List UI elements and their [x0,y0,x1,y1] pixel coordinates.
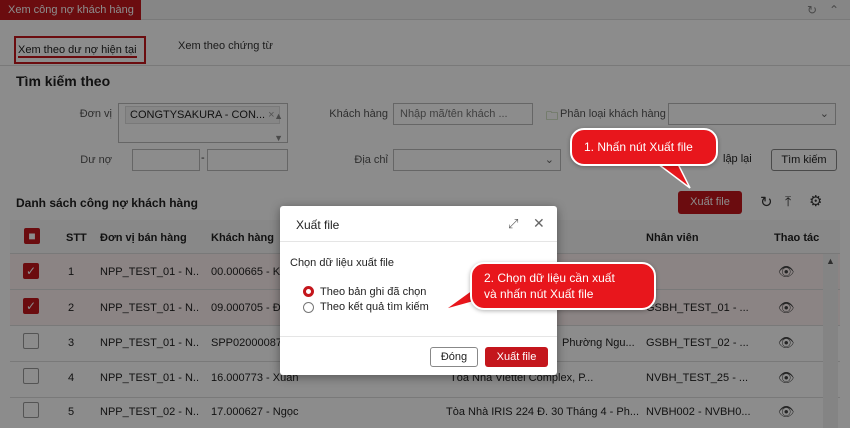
callout-step-2: 2. Chọn dữ liệu cần xuất và nhấn nút Xuấ… [470,262,656,310]
callout-arrows [443,163,691,311]
callout-step-1-text: 1. Nhấn nút Xuất file [584,140,693,154]
callout-step-2-line2: và nhấn nút Xuất file [484,287,594,301]
callout-step-2-line1: 2. Chọn dữ liệu cần xuất [484,271,615,285]
callout-step-1: 1. Nhấn nút Xuất file [570,128,718,166]
callout-pointer-1 [655,163,691,189]
